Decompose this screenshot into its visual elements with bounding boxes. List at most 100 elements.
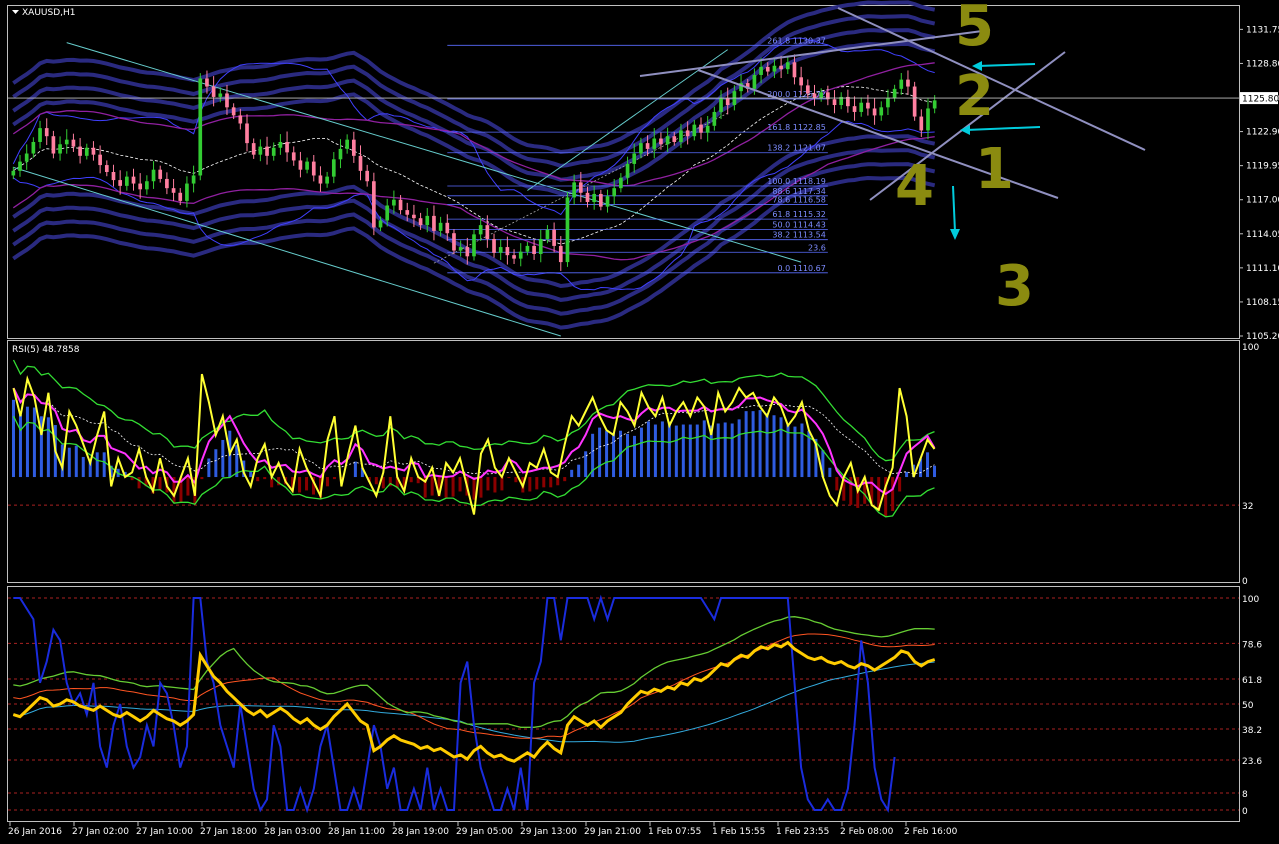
candle-body <box>178 192 183 201</box>
rsi-histogram-bar <box>249 471 253 478</box>
time-tick-label: 2 Feb 08:00 <box>840 827 894 837</box>
time-tick-label: 27 Jan 18:00 <box>200 827 257 837</box>
candle-body <box>779 65 783 70</box>
rsi-histogram-bar <box>723 422 727 478</box>
rsi-histogram-bar <box>793 426 797 478</box>
candle-body <box>478 225 483 235</box>
rsi-histogram-bar <box>263 477 267 480</box>
candle-body <box>558 245 563 263</box>
annotation-digit: 3 <box>995 254 1034 319</box>
time-axis: 26 Jan 2016 27 Jan 02:00 27 Jan 10:00 27 Ja… <box>8 822 958 837</box>
candle-body <box>605 196 610 207</box>
rsi-histogram-bar <box>207 458 211 478</box>
annotation-digit: 4 <box>895 154 934 219</box>
rsi-histogram-bar <box>653 424 657 478</box>
rsi-histogram-bar <box>221 439 225 478</box>
time-tick-label: 1 Feb 23:55 <box>776 827 829 837</box>
candle-body <box>572 182 576 198</box>
rsi-histogram-bar <box>660 421 664 478</box>
time-tick-label: 27 Jan 10:00 <box>136 827 193 837</box>
candle-body <box>672 136 677 142</box>
time-tick-label: 28 Jan 19:00 <box>392 827 449 837</box>
candle-body <box>505 247 510 256</box>
candle-body <box>685 130 690 137</box>
rsi-histogram-bar <box>716 423 720 478</box>
rsi-histogram-bar <box>646 421 650 478</box>
rsi-histogram-bar <box>25 406 29 478</box>
candle-body <box>191 175 196 184</box>
candle-body <box>518 251 523 259</box>
candle-body <box>619 177 623 189</box>
trading-chart[interactable]: 261.8 1130.37200.0 1125.72161.8 1122.851… <box>0 0 1279 844</box>
candle-body <box>538 238 543 254</box>
rsi-histogram-bar <box>305 477 309 491</box>
candle-body <box>118 180 122 186</box>
rsi-histogram-bar <box>667 421 671 478</box>
candle-body <box>699 124 703 133</box>
candle-body <box>899 79 904 89</box>
candle-body <box>31 141 36 154</box>
candle-body <box>71 139 76 147</box>
candle-body <box>405 210 410 215</box>
rsi-histogram-bar <box>81 456 85 478</box>
candle-body <box>892 88 897 99</box>
candle-body <box>165 178 169 189</box>
candle-body <box>91 147 96 155</box>
candle-body <box>418 218 423 226</box>
fib-level-label: 138.2 1121.07 <box>767 144 826 153</box>
window-title[interactable]: XAUUSD,H1 <box>12 8 76 18</box>
fib-level-label: 23.6 <box>808 243 826 252</box>
candle-body <box>458 247 463 251</box>
candle-body <box>805 85 810 94</box>
candle-body <box>351 139 356 156</box>
candle-body <box>64 139 69 145</box>
price-tick-label: 1108.15 <box>1246 298 1279 308</box>
candle-body <box>145 181 149 190</box>
rsi-histogram-bar <box>479 477 483 498</box>
candle-body <box>211 86 216 97</box>
rsi-histogram-bar <box>409 477 413 483</box>
candle-body <box>498 247 503 253</box>
fib-level-label: 88.6 1117.34 <box>772 187 825 196</box>
fib-level-label: 261.8 1130.37 <box>767 36 826 45</box>
rsi-histogram-bar <box>451 477 455 497</box>
rsi-histogram-bar <box>598 427 602 478</box>
candle-body <box>599 193 603 207</box>
candle-body <box>759 66 763 75</box>
candle-body <box>725 98 730 106</box>
candle-body <box>712 111 717 126</box>
time-tick-label: 29 Jan 05:00 <box>456 827 513 837</box>
candle-body <box>445 222 450 234</box>
candle-body <box>18 161 22 171</box>
price-tick-label: 1122.90 <box>1246 128 1279 138</box>
rsi-histogram-bar <box>186 477 190 496</box>
candle-body <box>552 229 556 246</box>
candle-body <box>719 98 723 112</box>
rsi-histogram-bar <box>758 410 762 478</box>
rsi-histogram-bar <box>458 477 462 492</box>
rsi-histogram-bar <box>528 477 532 492</box>
candle-body <box>265 146 269 156</box>
time-tick-label: 28 Jan 11:00 <box>328 827 385 837</box>
candle-body <box>365 170 370 182</box>
candle-body <box>465 247 470 257</box>
price-tick-label: 1119.95 <box>1246 162 1279 172</box>
rsi-histogram-bar <box>374 477 378 485</box>
candle-body <box>886 98 890 108</box>
candle-body <box>912 86 917 117</box>
candle-body <box>318 175 323 184</box>
candle-body <box>585 192 590 203</box>
candle-body <box>412 214 416 219</box>
candle-body <box>258 146 263 155</box>
candle-body <box>632 153 637 164</box>
stoch-level-label: 0 <box>1242 807 1248 817</box>
rsi-histogram-bar <box>688 424 692 478</box>
price-tick-label: 1114.05 <box>1246 230 1279 240</box>
candle-body <box>378 220 383 228</box>
candle-body <box>185 183 189 201</box>
candle-body <box>485 225 490 239</box>
candle-body <box>138 183 143 190</box>
candle-body <box>398 199 403 211</box>
candle-body <box>859 102 864 112</box>
candle-body <box>425 215 430 226</box>
